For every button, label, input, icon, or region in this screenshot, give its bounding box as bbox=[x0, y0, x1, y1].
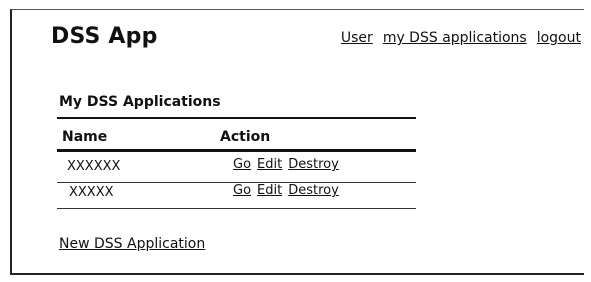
column-header-name: Name bbox=[62, 129, 108, 145]
edit-link[interactable]: Edit bbox=[257, 183, 282, 198]
app-title: DSS App bbox=[51, 24, 158, 49]
table-header-row: Name Action bbox=[57, 129, 416, 149]
edit-link[interactable]: Edit bbox=[257, 157, 282, 172]
my-dss-applications-link[interactable]: my DSS applications bbox=[383, 30, 527, 46]
table-row: XXXXXX Go Edit Destroy bbox=[57, 157, 416, 179]
go-link[interactable]: Go bbox=[233, 157, 251, 172]
new-dss-application-link[interactable]: New DSS Application bbox=[59, 236, 205, 252]
row-actions: Go Edit Destroy bbox=[233, 157, 339, 172]
go-link[interactable]: Go bbox=[233, 183, 251, 198]
logout-link[interactable]: logout bbox=[537, 30, 581, 46]
table-header-divider bbox=[57, 149, 416, 152]
table-top-divider bbox=[57, 117, 416, 119]
table-row-divider bbox=[57, 208, 416, 209]
destroy-link[interactable]: Destroy bbox=[288, 157, 339, 172]
section-title: My DSS Applications bbox=[59, 94, 221, 110]
header-nav: User my DSS applications logout bbox=[341, 30, 581, 46]
row-actions: Go Edit Destroy bbox=[233, 183, 339, 198]
application-name: XXXXXX bbox=[67, 159, 121, 174]
table-row: XXXXX Go Edit Destroy bbox=[57, 183, 416, 205]
application-name: XXXXX bbox=[69, 185, 114, 200]
destroy-link[interactable]: Destroy bbox=[288, 183, 339, 198]
user-link[interactable]: User bbox=[341, 30, 373, 46]
column-header-action: Action bbox=[220, 129, 271, 145]
